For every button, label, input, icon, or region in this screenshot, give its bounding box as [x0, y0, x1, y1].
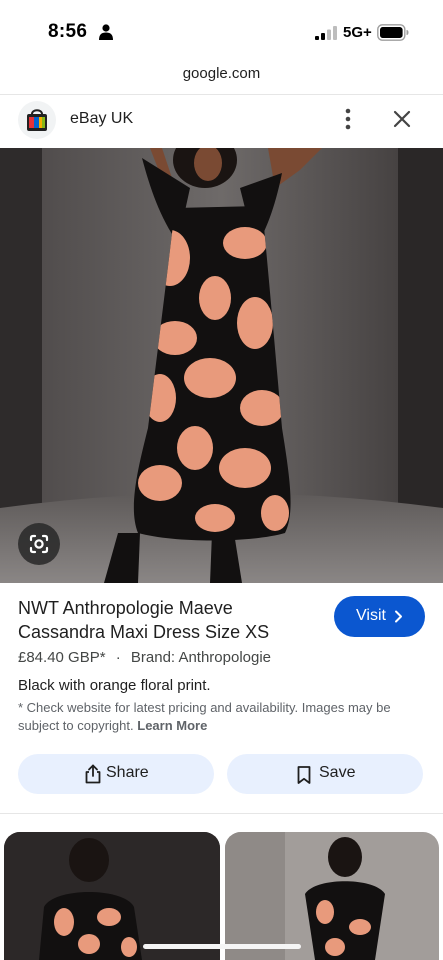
price-line: £84.40 GBP* · Brand: Anthropologie — [18, 649, 271, 666]
battery-icon — [377, 24, 409, 41]
lens-button[interactable] — [18, 523, 60, 565]
share-label: Share — [106, 764, 149, 781]
chevron-right-icon — [395, 610, 402, 623]
network-label: 5G+ — [343, 24, 372, 41]
url-text: google.com — [182, 65, 261, 82]
save-label: Save — [319, 764, 356, 781]
learn-more-link[interactable]: Learn More — [137, 718, 207, 733]
separator: · — [115, 649, 121, 666]
related-image-2[interactable] — [225, 832, 439, 960]
google-lens-icon — [29, 534, 49, 554]
save-button[interactable]: Save — [227, 754, 423, 794]
url-bar[interactable]: google.com — [0, 60, 443, 90]
product-image[interactable] — [0, 148, 443, 583]
price: £84.40 GBP* — [18, 649, 106, 666]
bookmark-icon — [297, 766, 311, 784]
related-image-1[interactable] — [4, 832, 220, 960]
share-button[interactable]: Share — [18, 754, 214, 794]
product-description: Black with orange floral print. — [18, 677, 211, 694]
related-photo-1 — [4, 832, 220, 960]
status-bar: 8:56 5G+ — [0, 0, 443, 60]
site-header: eBay UK — [0, 94, 443, 148]
brand: Brand: Anthropologie — [130, 649, 272, 666]
ebay-bag-icon — [27, 109, 47, 131]
visit-label: Visit — [356, 607, 386, 624]
disclaimer: * Check website for latest pricing and a… — [18, 699, 423, 735]
person-icon — [99, 24, 113, 40]
cellular-signal-icon — [315, 26, 337, 40]
related-photo-2 — [225, 832, 439, 960]
section-divider — [0, 813, 443, 814]
product-title[interactable]: NWT Anthropologie Maeve Cassandra Maxi D… — [18, 596, 318, 644]
share-icon — [85, 764, 101, 784]
site-name: eBay UK — [70, 110, 134, 127]
home-indicator[interactable] — [143, 944, 301, 949]
dress-photo — [0, 148, 443, 583]
visit-button[interactable]: Visit — [334, 596, 425, 637]
more-vert-icon[interactable] — [334, 105, 362, 133]
status-time: 8:56 — [48, 21, 88, 42]
site-logo[interactable] — [18, 101, 56, 139]
close-icon[interactable] — [389, 106, 415, 132]
